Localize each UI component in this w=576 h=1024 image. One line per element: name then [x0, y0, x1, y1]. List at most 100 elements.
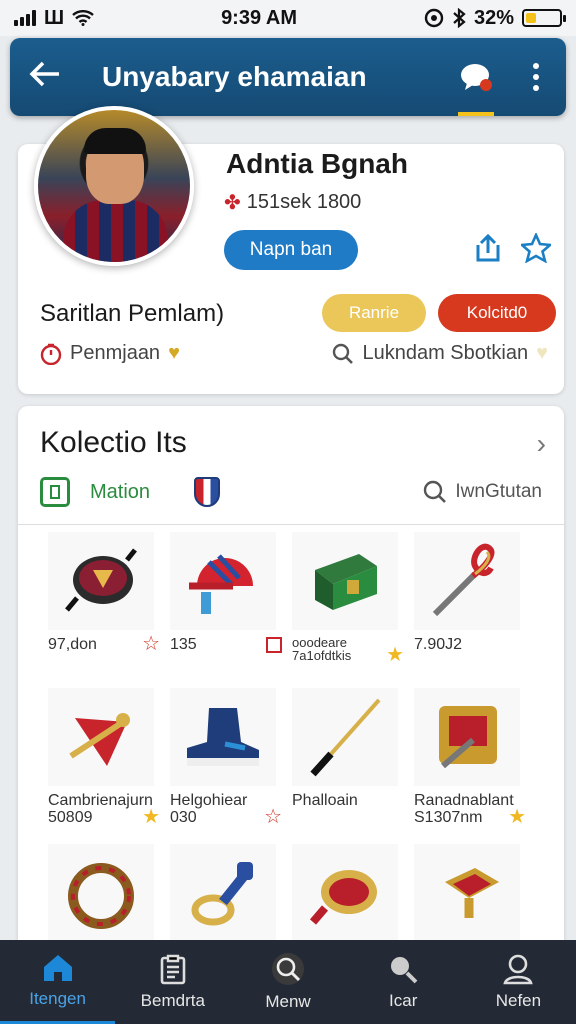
nav-profile-label: Nefen — [495, 991, 542, 1010]
medal-icon — [48, 532, 154, 630]
item-name: Phalloain — [292, 792, 358, 809]
nav-board[interactable]: Bemdrta — [115, 940, 230, 1024]
profile-subtitle: Saritlan Pemlam) — [40, 300, 225, 327]
item-value: S1307nm — [414, 809, 483, 826]
pin-icon: ✤ — [224, 192, 241, 214]
collection-search[interactable]: IwnGtutan — [423, 480, 542, 504]
item-value: 50809 — [48, 809, 93, 826]
nav-menu[interactable]: Menw — [230, 940, 345, 1024]
collection-item[interactable]: ooodeare 7a1ofdtkis ★ — [292, 532, 404, 668]
search-icon — [424, 480, 447, 503]
stamp-icon — [414, 844, 520, 942]
info-left-label: Penmjaan — [70, 342, 161, 364]
collection-card: Kolectio Its › Mation IwnGtutan 97,don ☆ … — [18, 406, 564, 966]
nav-search-label: Icar — [389, 991, 418, 1010]
bottom-nav: Itengen Bemdrta Menw Icar Nefen — [0, 940, 576, 1024]
wreath-icon — [48, 844, 154, 942]
collection-item[interactable]: 135 — [170, 532, 282, 668]
collection-search-label: IwnGtutan — [455, 481, 542, 502]
focus-icon — [424, 8, 444, 28]
search-circle-icon — [272, 953, 304, 985]
collection-pill[interactable]: Kolcitd0 — [438, 294, 556, 332]
arrow-left-icon — [29, 61, 59, 86]
profile-name: Adntia Bgnah — [226, 148, 408, 179]
profile-stats-text: 151sek 1800 — [246, 191, 362, 213]
heart-icon: ♥ — [168, 342, 180, 364]
info-left[interactable]: Penmjaan ♥ — [40, 342, 180, 365]
profile-info-row: Penmjaan ♥ Lukndam Sbotkian ♥ — [40, 342, 548, 365]
chat-bubble-icon — [461, 64, 492, 91]
lanyard-icon — [170, 844, 276, 942]
collection-item[interactable]: 7.90J2 — [414, 532, 522, 668]
item-grid: 97,don ☆ 135 ooodeare 7a1ofdtkis ★ 7.90J2 C… — [48, 532, 548, 980]
follow-button[interactable]: Napn ban — [224, 230, 358, 270]
item-value: 030 — [170, 809, 197, 826]
signal-icon — [14, 10, 36, 26]
club-crest-icon[interactable] — [194, 477, 221, 507]
nav-search[interactable]: Icar — [346, 940, 461, 1024]
clipboard-icon — [160, 954, 186, 985]
rank-pill[interactable]: Ranrie — [322, 294, 426, 332]
boot-icon — [170, 688, 276, 786]
battery-icon — [522, 9, 566, 27]
plaque-icon — [414, 688, 520, 786]
carrier-label: Ш — [44, 6, 65, 29]
nav-home-label: Itengen — [29, 988, 86, 1008]
item-value: 7.90J2 — [414, 636, 463, 653]
baton-icon — [414, 532, 520, 630]
page-title: Unyabary ehamaian — [102, 61, 367, 92]
active-indicator — [458, 112, 494, 116]
app-bar: Unyabary ehamaian — [10, 38, 566, 116]
search-icon — [391, 957, 418, 984]
collection-item[interactable]: Ranadnablant S1307nm ★ — [414, 688, 526, 827]
clock: 9:39 AM — [221, 6, 298, 29]
cane-icon — [292, 688, 398, 786]
filter-icon[interactable] — [40, 477, 70, 507]
battery-percent: 32% — [473, 6, 514, 29]
star-filled-icon: ★ — [508, 806, 526, 828]
bluetooth-icon — [453, 8, 466, 28]
star-filled-icon: ★ — [386, 644, 404, 666]
filter-label[interactable]: Mation — [90, 481, 150, 504]
nav-board-label: Bemdrta — [140, 991, 205, 1010]
helmet-icon — [170, 532, 276, 630]
item-value: 135 — [170, 636, 197, 653]
chat-button[interactable] — [446, 38, 506, 116]
divider — [18, 524, 564, 525]
star-outline-icon — [521, 233, 551, 263]
heart-outline-icon: ♥ — [536, 342, 548, 364]
profile-stats: ✤ 151sek 1800 — [224, 190, 361, 215]
star-filled-icon: ★ — [142, 806, 160, 828]
collection-item[interactable]: Phalloain — [292, 688, 400, 824]
star-outline-icon: ☆ — [264, 806, 282, 828]
chevron-right-icon[interactable]: › — [537, 428, 546, 460]
info-right[interactable]: Lukndam Sbotkian ♥ — [332, 342, 548, 365]
collection-item[interactable]: 97,don ☆ — [48, 532, 160, 668]
collection-item[interactable]: Helgohiear 030 ☆ — [170, 688, 282, 827]
more-menu-button[interactable] — [506, 38, 566, 116]
ring-icon — [292, 844, 398, 942]
collection-item[interactable]: Cambrienajurn 50809 ★ — [48, 688, 160, 827]
search-icon — [333, 343, 354, 364]
profile-card: Adntia Bgnah ✤ 151sek 1800 Napn ban Sari… — [18, 106, 564, 394]
back-button[interactable] — [10, 58, 80, 97]
nav-menu-label: Menw — [265, 992, 311, 1011]
nav-profile[interactable]: Nefen — [461, 940, 576, 1024]
share-icon — [476, 233, 500, 262]
share-button[interactable] — [470, 230, 506, 266]
pennant-icon — [48, 688, 154, 786]
item-value: 97,don — [48, 636, 97, 653]
profile-icon — [503, 954, 534, 985]
stopwatch-icon — [40, 343, 62, 365]
square-icon — [266, 636, 282, 653]
wifi-icon — [72, 10, 94, 26]
favorite-button[interactable] — [518, 230, 554, 266]
item-value: 7a1ofdtkis — [292, 648, 352, 663]
star-outline-icon: ☆ — [142, 633, 160, 655]
kebab-icon — [533, 63, 539, 91]
collection-title: Kolectio Its — [40, 426, 187, 459]
filter-row: Mation IwnGtutan — [40, 472, 542, 512]
home-icon — [43, 954, 72, 981]
avatar[interactable] — [34, 106, 194, 266]
nav-home[interactable]: Itengen — [0, 940, 116, 1024]
